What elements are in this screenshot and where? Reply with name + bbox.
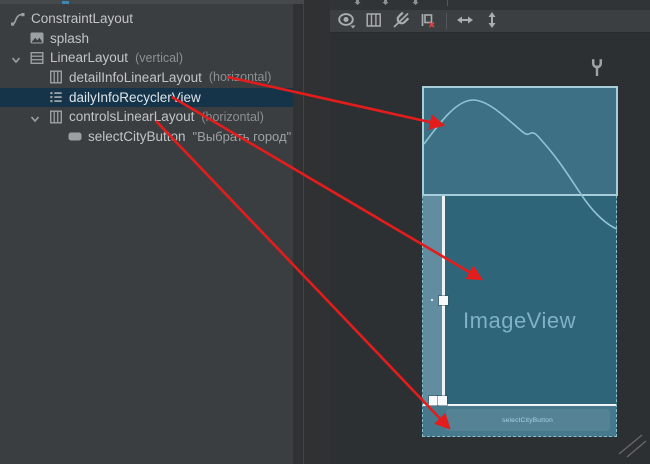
panel-top-edge bbox=[0, 0, 304, 4]
tree-item-label: splash bbox=[50, 31, 89, 46]
clipped-separator-fragment bbox=[447, 0, 454, 5]
selection-handle-bottom-right[interactable] bbox=[438, 396, 447, 405]
design-canvas[interactable]: ImageView selectCityButton bbox=[330, 34, 650, 464]
detail-info-panel[interactable] bbox=[422, 86, 618, 196]
selection-handle-right[interactable] bbox=[439, 296, 448, 305]
clear-all-constraints-button[interactable] bbox=[416, 11, 440, 31]
tree-item-qualifier: (horizontal) bbox=[209, 70, 272, 84]
tree-item-selectCityButton[interactable]: selectCityButton "Выбрать город" bbox=[0, 127, 293, 146]
selection-handle-bottom-left[interactable] bbox=[429, 396, 438, 405]
autoconnect-off-button[interactable] bbox=[389, 11, 413, 31]
chevron-down-icon[interactable] bbox=[30, 112, 40, 122]
arrow-v-icon bbox=[482, 10, 502, 33]
image-view-icon bbox=[29, 30, 45, 46]
blueprint-mode-button[interactable] bbox=[362, 11, 386, 31]
tree-item-label: LinearLayout bbox=[50, 50, 128, 65]
tree-item-qualifier: (vertical) bbox=[135, 51, 183, 65]
clipped-icon-fragment bbox=[412, 0, 419, 5]
tree-item-dailyInfoRecyclerView[interactable]: dailyInfoRecyclerView bbox=[0, 88, 293, 107]
imageview-label[interactable]: ImageView bbox=[423, 308, 616, 334]
tree-item-controlsLinearLayout[interactable]: controlsLinearLayout (horizontal) bbox=[0, 107, 293, 126]
top-edge-marker bbox=[62, 1, 69, 4]
clipped-toolbar-strip bbox=[330, 0, 650, 10]
design-preview-phone[interactable]: ImageView selectCityButton bbox=[422, 86, 617, 437]
eye-icon bbox=[337, 10, 357, 33]
columns-icon bbox=[364, 10, 384, 33]
tree-item-label: selectCityButton bbox=[88, 129, 186, 144]
tree-item-label: dailyInfoRecyclerView bbox=[69, 90, 201, 105]
button-icon bbox=[67, 128, 83, 144]
splitter-line bbox=[303, 0, 304, 464]
tree-item-LinearLayout[interactable]: LinearLayout (vertical) bbox=[0, 48, 293, 67]
component-tree-panel: ConstraintLayout splash LinearLayout (verti… bbox=[0, 0, 293, 464]
pack-horizontally-button[interactable] bbox=[453, 11, 477, 31]
view-options-button[interactable] bbox=[335, 11, 359, 31]
android-studio-layout-editor: ConstraintLayout splash LinearLayout (verti… bbox=[0, 0, 650, 464]
chevron-down-icon[interactable] bbox=[11, 53, 21, 63]
tree-item-text-value: "Выбрать город" bbox=[193, 129, 292, 144]
select-city-button[interactable]: selectCityButton bbox=[446, 409, 610, 431]
magnet-off-icon bbox=[390, 10, 412, 33]
arrow-h-icon bbox=[455, 10, 475, 33]
toolbar-separator bbox=[446, 13, 447, 29]
tree-item-splash[interactable]: splash bbox=[0, 29, 293, 48]
linear-layout-horizontal-icon bbox=[48, 109, 64, 125]
linear-layout-horizontal-icon bbox=[48, 69, 64, 85]
controls-bar[interactable]: selectCityButton bbox=[423, 406, 616, 436]
tree-item-detailInfoLinearLayout[interactable]: detailInfoLinearLayout (horizontal) bbox=[0, 68, 293, 87]
clear-constraints-icon bbox=[418, 10, 438, 33]
tree-item-qualifier: (horizontal) bbox=[201, 110, 264, 124]
tree-item-label: ConstraintLayout bbox=[31, 11, 133, 26]
design-toolbar bbox=[330, 10, 650, 33]
tree-item-label: controlsLinearLayout bbox=[69, 109, 194, 124]
tree-item-label: detailInfoLinearLayout bbox=[69, 70, 202, 85]
anchor-dot bbox=[431, 299, 433, 301]
panel-splitter[interactable] bbox=[293, 0, 330, 464]
pack-vertically-button[interactable] bbox=[480, 11, 504, 31]
constraint-layout-icon bbox=[10, 11, 26, 27]
canvas-resize-handle[interactable] bbox=[616, 432, 648, 460]
clipped-icon-fragment bbox=[382, 0, 389, 5]
wrench-icon[interactable] bbox=[590, 58, 604, 77]
select-city-button-label: selectCityButton bbox=[503, 416, 554, 423]
design-editor-panel: ImageView selectCityButton bbox=[330, 0, 650, 464]
linear-layout-vertical-icon bbox=[29, 50, 45, 66]
tree-item-ConstraintLayout[interactable]: ConstraintLayout bbox=[0, 9, 293, 28]
recycler-view-icon bbox=[48, 89, 64, 105]
clipped-icon-fragment bbox=[354, 0, 361, 5]
